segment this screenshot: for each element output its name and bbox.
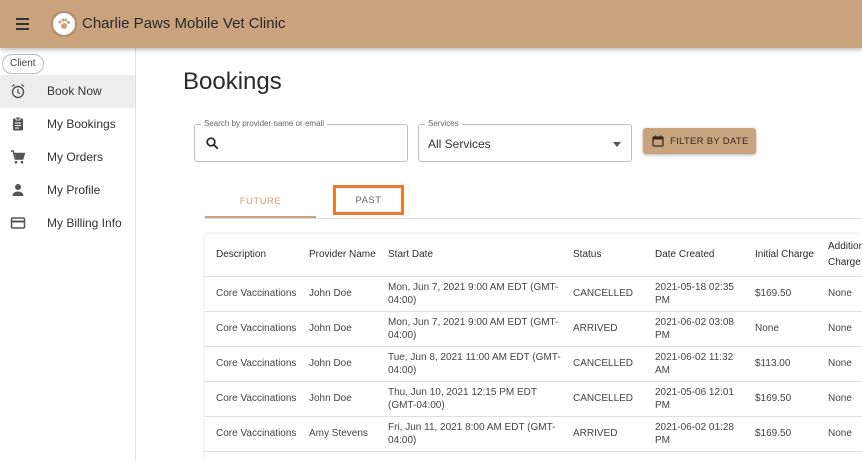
cell-start-date: Tue, Jun 8, 2021 11:00 AM EDT (GMT-04:00… [377,346,562,382]
table-row[interactable]: Core Vaccinations Amy Stevens Fri, Jun 1… [205,416,862,452]
cell-status: ARRIVED [562,311,644,347]
cell-description: Core Vaccinations [205,381,298,417]
column-header-date-created: Date Created [644,234,744,277]
cell-status: CANCELLED [562,346,644,382]
table-row[interactable]: Core Vaccinations John Doe Tue, Jun 8, 2… [205,346,862,382]
cell-initial-charge: None [744,311,817,347]
sidebar-item-book-now[interactable]: Book Now [0,75,135,108]
cell-start-date: Thu, Jun 10, 2021 12:15 PM EDT (GMT-04:0… [377,381,562,417]
cell-date-created: 2021-05-18 02:35 PM [644,276,744,312]
cell-additional-charge: None [817,416,862,452]
column-header-description: Description [205,234,298,277]
cell-initial-charge: $169.50 [744,416,817,452]
cell-description: Core Vaccinations [205,276,298,312]
page-title: Bookings [183,68,282,95]
bookings-table: Description Provider Name Start Date Sta… [205,234,862,461]
search-icon [206,137,219,150]
tab-future[interactable]: FUTURE [205,186,316,218]
app-bar: Charlie Paws Mobile Vet Clinic [0,0,862,48]
services-selected-value: All Services [428,137,491,151]
column-header-additional-charge: Additional Charge [817,234,862,277]
cell-additional-charge: None [817,311,862,347]
cell-date-created: 2021-06-02 11:32 AM [644,346,744,382]
cell-provider: John Doe [298,381,377,417]
cell-start-date: Fri, Jun 11, 2021 8:00 AM EDT (GMT-04:00… [377,416,562,452]
filter-button-label: FILTER BY DATE [670,136,749,147]
cell-provider: John Doe [298,346,377,382]
alarm-clock-icon [11,83,25,99]
tab-past[interactable]: PAST [333,185,404,215]
filter-by-date-button[interactable]: FILTER BY DATE [643,128,756,154]
table-row[interactable]: Core Vaccinations John Doe Thu, Jun 10, … [205,381,862,417]
calendar-icon [652,135,664,147]
cell-initial-charge: $113.00 [744,346,817,382]
cell-description: Core Vaccinations [205,416,298,452]
clipboard-icon [13,116,23,131]
table-row[interactable]: Core Vaccinations John Doe Mon, Jun 7, 2… [205,276,862,312]
sidebar-item-label: My Orders [47,150,104,164]
table-header-row: Description Provider Name Start Date Sta… [205,234,862,277]
cell-description: Core Vaccinations [205,311,298,347]
column-header-initial-charge: Initial Charge [744,234,817,277]
app-title: Charlie Paws Mobile Vet Clinic [82,15,286,32]
cell-status: CANCELLED [562,381,644,417]
services-select[interactable]: Services All Services [418,119,632,162]
cell-status: ARRIVED [562,416,644,452]
cell-provider: Amy Stevens [298,416,377,452]
search-field[interactable]: Search by provider name or email [194,119,408,162]
chevron-down-icon [613,142,621,147]
cell-status: CANCELLED [562,276,644,312]
cell-additional-charge: None [817,381,862,417]
sidebar-item-label: My Billing Info [47,216,122,230]
cell-description: Core Vaccinations [205,346,298,382]
sidebar-item-my-profile[interactable]: My Profile [0,174,135,207]
sidebar-item-label: My Profile [47,183,101,197]
cell-provider: John Doe [298,276,377,312]
sidebar: Client Book Now My Bookings My Orders My… [0,48,136,461]
table-row[interactable]: Core Vaccinations John Doe Mon, Jun 7, 2… [205,311,862,347]
cell-date-created: 2021-05-06 12:01 PM [644,381,744,417]
hamburger-menu-icon[interactable] [16,18,29,30]
column-header-provider-name: Provider Name [298,234,377,277]
sidebar-item-my-orders[interactable]: My Orders [0,141,135,174]
cell-additional-charge: None [817,276,862,312]
column-header-start-date: Start Date [377,234,562,277]
search-input[interactable] [225,134,401,154]
bookings-tabs: FUTURE PAST [205,185,862,219]
sidebar-item-label: My Bookings [47,117,116,131]
cell-date-created: 2021-06-02 03:08 PM [644,311,744,347]
cell-date-created: 2021-06-02 01:28 PM [644,416,744,452]
cell-initial-charge: $169.50 [744,381,817,417]
cell-provider: John Doe [298,311,377,347]
search-field-legend: Search by provider name or email [201,119,328,128]
column-header-status: Status [562,234,644,277]
role-chip[interactable]: Client [2,54,44,74]
shopping-cart-icon [11,150,26,164]
sidebar-item-label: Book Now [47,84,102,98]
sidebar-item-my-billing-info[interactable]: My Billing Info [0,207,135,240]
sidebar-item-my-bookings[interactable]: My Bookings [0,108,135,141]
cell-initial-charge: $169.50 [744,276,817,312]
credit-card-icon [10,217,26,229]
clinic-logo [51,11,77,37]
paw-icon [58,18,70,29]
services-legend: Services [425,119,462,128]
cell-additional-charge: None [817,346,862,382]
person-icon [12,184,24,196]
cell-start-date: Mon, Jun 7, 2021 9:00 AM EDT (GMT-04:00) [377,311,562,347]
cell-start-date: Mon, Jun 7, 2021 9:00 AM EDT (GMT-04:00) [377,276,562,312]
